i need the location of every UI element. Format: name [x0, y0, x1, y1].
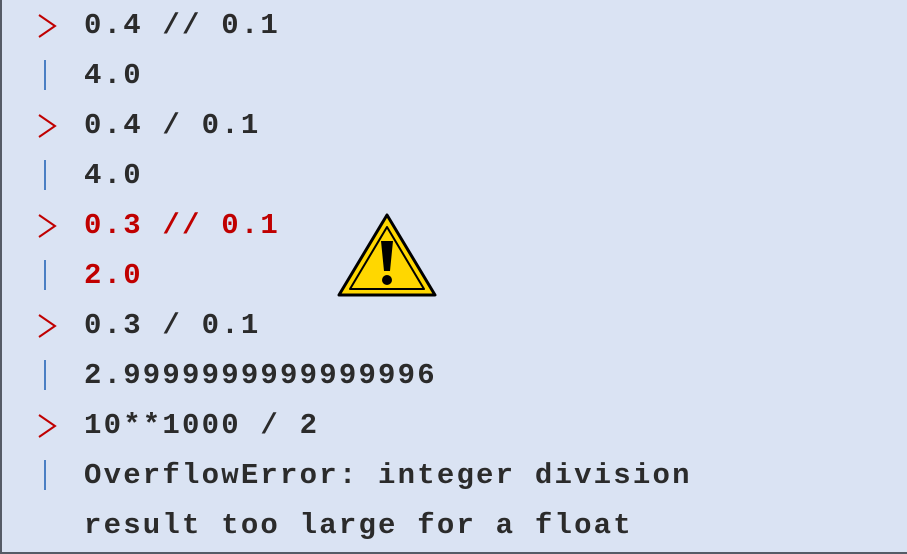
repl-input-line: 0.3 / 0.1	[2, 300, 907, 352]
repl-output-line: 4.0	[2, 50, 907, 102]
input-text: 0.3 / 0.1	[84, 309, 261, 342]
output-text: 2.9999999999999996	[84, 359, 437, 392]
repl-input-line: 10**1000 / 2	[2, 400, 907, 452]
output-text: result too large for a float	[84, 509, 633, 542]
chevron-right-icon	[32, 400, 62, 452]
output-bar-icon	[32, 450, 62, 502]
chevron-right-icon	[32, 100, 62, 152]
repl-output-line: 4.0	[2, 150, 907, 202]
repl-output-line: OverflowError: integer division	[2, 450, 907, 502]
input-text: 0.4 // 0.1	[84, 9, 281, 42]
output-text: 4.0	[84, 159, 143, 192]
output-bar-icon	[32, 150, 62, 202]
input-text: 0.4 / 0.1	[84, 109, 261, 142]
output-bar-icon	[32, 250, 62, 302]
repl-transcript: 0.4 // 0.1 4.0 0.4 / 0.1 4.0 0.3 // 0.1 …	[0, 0, 907, 554]
output-bar-icon	[32, 50, 62, 102]
repl-input-line-highlighted: 0.3 // 0.1	[2, 200, 907, 252]
repl-input-line: 0.4 / 0.1	[2, 100, 907, 152]
repl-input-line: 0.4 // 0.1	[2, 0, 907, 52]
input-text: 10**1000 / 2	[84, 409, 320, 442]
output-text: OverflowError: integer division	[84, 459, 692, 492]
repl-output-line-highlighted: 2.0	[2, 250, 907, 302]
input-text: 0.3 // 0.1	[84, 209, 281, 242]
chevron-right-icon	[32, 300, 62, 352]
chevron-right-icon	[32, 200, 62, 252]
output-text: 4.0	[84, 59, 143, 92]
output-bar-icon	[32, 350, 62, 402]
warning-triangle-icon	[335, 211, 439, 299]
output-text: 2.0	[84, 259, 143, 292]
repl-output-line: 2.9999999999999996	[2, 350, 907, 402]
chevron-right-icon	[32, 0, 62, 52]
repl-output-continuation: result too large for a float	[2, 500, 907, 552]
